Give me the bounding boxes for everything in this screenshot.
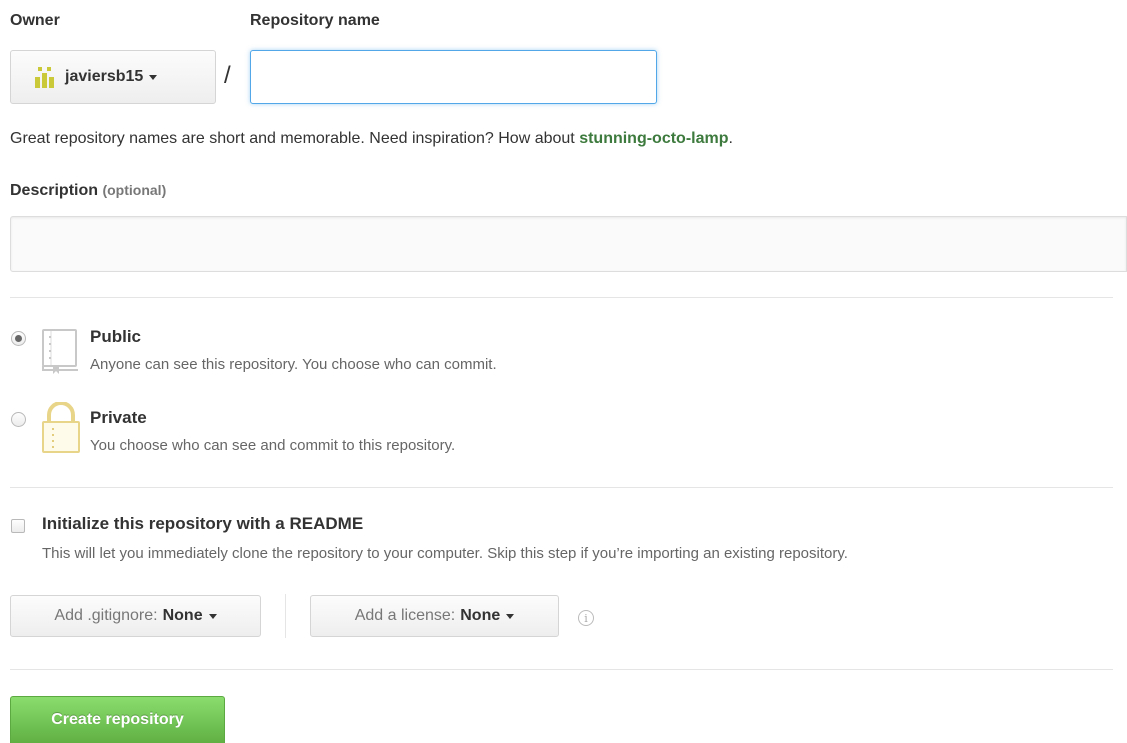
divider xyxy=(10,297,1113,298)
readme-checkbox[interactable] xyxy=(11,519,25,533)
lock-icon xyxy=(42,402,80,453)
public-description: Anyone can see this repository. You choo… xyxy=(90,356,497,373)
owner-avatar xyxy=(33,65,57,89)
license-prefix: Add a license: xyxy=(354,607,456,624)
private-description: You choose who can see and commit to thi… xyxy=(90,437,456,454)
chevron-down-icon xyxy=(149,74,158,80)
license-select-button[interactable]: Add a license: None xyxy=(310,595,559,637)
owner-dropdown-button[interactable]: javiersb15 xyxy=(10,50,216,104)
repository-name-hint: Great repository names are short and mem… xyxy=(10,130,733,148)
chevron-down-icon xyxy=(506,613,515,619)
owner-label: Owner xyxy=(10,12,60,29)
select-separator xyxy=(285,594,286,638)
public-title: Public xyxy=(90,327,142,346)
repo-book-icon xyxy=(42,329,78,374)
owner-repo-separator: / xyxy=(224,62,231,89)
readme-description: This will let you immediately clone the … xyxy=(42,545,848,562)
info-icon[interactable]: i xyxy=(578,610,594,626)
public-radio[interactable] xyxy=(11,331,26,346)
gitignore-prefix: Add .gitignore: xyxy=(54,607,158,624)
hint-suffix: . xyxy=(728,130,733,147)
gitignore-select-button[interactable]: Add .gitignore: None xyxy=(10,595,261,637)
optional-tag: (optional) xyxy=(102,182,167,198)
license-value: None xyxy=(460,607,501,624)
gitignore-value: None xyxy=(162,607,203,624)
readme-title: Initialize this repository with a README xyxy=(42,514,364,533)
divider xyxy=(10,669,1113,670)
chevron-down-icon xyxy=(208,613,217,619)
repository-name-input[interactable] xyxy=(250,50,657,104)
private-radio[interactable] xyxy=(11,412,26,427)
divider xyxy=(10,487,1113,488)
repository-name-label: Repository name xyxy=(250,12,380,29)
owner-name: javiersb15 xyxy=(65,68,144,85)
description-input[interactable] xyxy=(10,216,1127,272)
create-repository-button[interactable]: Create repository xyxy=(10,696,225,743)
suggested-name-link[interactable]: stunning-octo-lamp xyxy=(579,130,728,147)
hint-text: Great repository names are short and mem… xyxy=(10,130,580,147)
description-label: Description (optional) xyxy=(10,182,166,200)
new-repository-form: Owner javiersb15 / Repository name Great… xyxy=(0,0,1127,743)
description-label-text: Description xyxy=(10,182,99,199)
private-title: Private xyxy=(90,408,147,427)
